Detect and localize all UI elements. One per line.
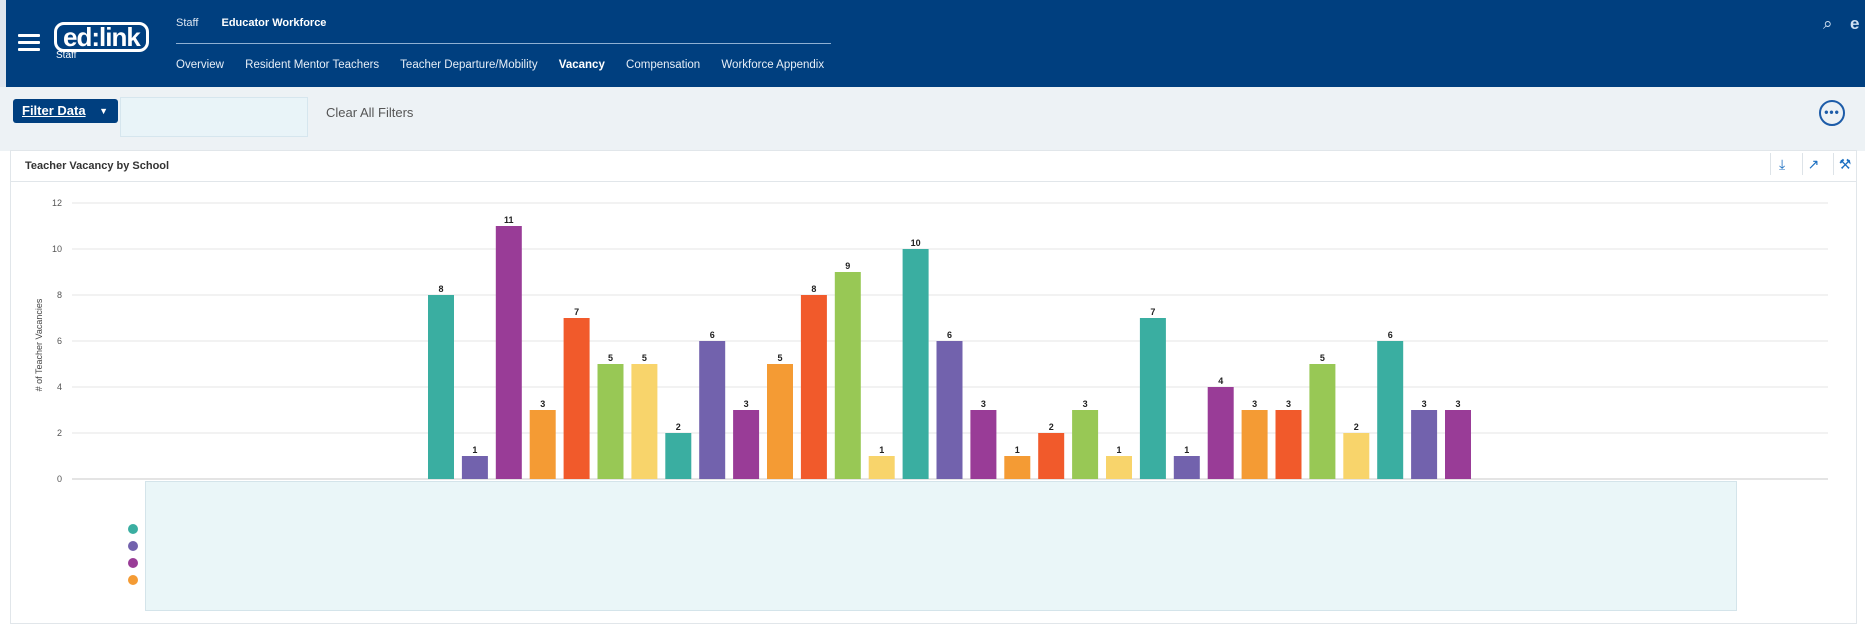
bar[interactable]: [936, 341, 963, 479]
bar[interactable]: [1309, 364, 1336, 479]
bar-value-label: 3: [981, 399, 986, 409]
bar-value-label: 3: [744, 399, 749, 409]
bar[interactable]: [1139, 318, 1166, 479]
bar-value-label: 7: [1150, 307, 1155, 317]
bar[interactable]: [461, 456, 488, 479]
bar-value-label: 1: [1116, 445, 1121, 455]
bar[interactable]: [665, 433, 692, 479]
bar-value-label: 3: [1252, 399, 1257, 409]
bar[interactable]: [495, 226, 522, 479]
bar[interactable]: [1072, 410, 1099, 479]
bar-value-label: 6: [947, 330, 952, 340]
bar-value-label: 5: [1320, 353, 1325, 363]
bar[interactable]: [529, 410, 556, 479]
bar[interactable]: [631, 364, 658, 479]
y-tick-label: 10: [52, 244, 62, 254]
legend-area: [145, 481, 1737, 611]
bar[interactable]: [1411, 410, 1438, 479]
bar[interactable]: [1038, 433, 1065, 479]
bar-value-label: 4: [1218, 376, 1223, 386]
bar-value-label: 1: [879, 445, 884, 455]
legend-marker[interactable]: [128, 524, 138, 534]
bar[interactable]: [1173, 456, 1200, 479]
bar[interactable]: [1004, 456, 1031, 479]
bar[interactable]: [597, 364, 624, 479]
bar-value-label: 1: [472, 445, 477, 455]
y-axis-label: # of Teacher Vacancies: [34, 298, 44, 391]
bar-value-label: 3: [1286, 399, 1291, 409]
bar[interactable]: [733, 410, 760, 479]
legend-marker[interactable]: [128, 558, 138, 568]
bar-value-label: 5: [777, 353, 782, 363]
bar-value-label: 6: [1388, 330, 1393, 340]
bar[interactable]: [970, 410, 997, 479]
bar-value-label: 10: [911, 238, 921, 248]
bar-value-label: 8: [438, 284, 443, 294]
bar-value-label: 9: [845, 261, 850, 271]
legend-marker[interactable]: [128, 541, 138, 551]
bar[interactable]: [902, 249, 929, 479]
bar-value-label: 11: [504, 215, 514, 225]
bar-value-label: 6: [710, 330, 715, 340]
bar-value-label: 3: [1083, 399, 1088, 409]
legend-marker[interactable]: [128, 575, 138, 585]
bar-value-label: 7: [574, 307, 579, 317]
bar-value-label: 2: [1049, 422, 1054, 432]
bar[interactable]: [834, 272, 861, 479]
bar[interactable]: [1241, 410, 1268, 479]
bar-value-label: 1: [1015, 445, 1020, 455]
y-tick-label: 6: [57, 336, 62, 346]
bar[interactable]: [699, 341, 726, 479]
bar[interactable]: [1207, 387, 1234, 479]
y-tick-label: 0: [57, 474, 62, 484]
bar[interactable]: [800, 295, 827, 479]
bar[interactable]: [1377, 341, 1404, 479]
y-tick-label: 2: [57, 428, 62, 438]
bar[interactable]: [1275, 410, 1302, 479]
y-tick-label: 4: [57, 382, 62, 392]
bar-value-label: 5: [608, 353, 613, 363]
bar[interactable]: [868, 456, 895, 479]
bar-value-label: 1: [1184, 445, 1189, 455]
bar[interactable]: [563, 318, 590, 479]
bar-value-label: 5: [642, 353, 647, 363]
bar[interactable]: [1343, 433, 1370, 479]
bar-value-label: 8: [811, 284, 816, 294]
bar-value-label: 3: [540, 399, 545, 409]
bar[interactable]: [1445, 410, 1471, 479]
y-tick-label: 8: [57, 290, 62, 300]
chart-bars: [428, 226, 1471, 479]
y-tick-label: 12: [52, 198, 62, 208]
bar-value-label: 3: [1455, 399, 1460, 409]
bar-value-label: 2: [676, 422, 681, 432]
bar[interactable]: [428, 295, 454, 479]
bar[interactable]: [1106, 456, 1132, 479]
bar[interactable]: [767, 364, 793, 479]
bar-value-label: 2: [1354, 422, 1359, 432]
y-axis-ticks: 0 2 4 6 8 10 12: [52, 198, 62, 484]
bar-value-label: 3: [1422, 399, 1427, 409]
